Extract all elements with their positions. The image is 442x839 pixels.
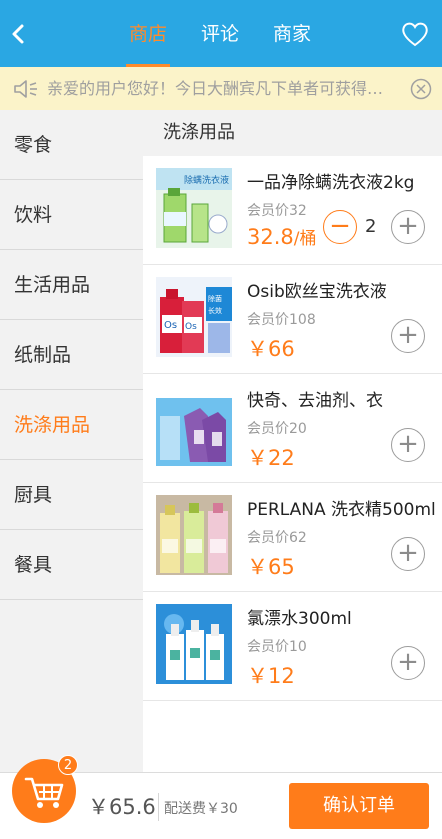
sidebar-item-paper[interactable]: 纸制品 — [0, 320, 143, 390]
product-item[interactable]: Os Os 除菌 长效 Osib欧丝宝洗衣液 会员价108 ￥66 + — [143, 265, 442, 374]
sidebar-item-daily-goods[interactable]: 生活用品 — [0, 250, 143, 320]
increase-quantity-button[interactable]: + — [391, 646, 425, 680]
close-circle-icon[interactable] — [410, 78, 432, 100]
product-image[interactable]: Os Os 除菌 长效 — [156, 277, 232, 357]
product-price: 32.8/桶 — [247, 224, 317, 249]
member-price: 会员价32 — [247, 203, 307, 219]
product-name: PERLANA 洗衣精500ml — [247, 500, 436, 520]
svg-text:长效: 长效 — [208, 306, 222, 315]
member-price: 会员价108 — [247, 312, 316, 328]
product-image[interactable] — [156, 495, 232, 575]
increase-quantity-button[interactable]: + — [391, 428, 425, 462]
product-price: ￥12 — [247, 664, 295, 688]
svg-text:除菌: 除菌 — [208, 294, 222, 303]
increase-quantity-button[interactable]: + — [391, 210, 425, 244]
product-item[interactable]: PERLANA 洗衣精500ml 会员价62 ￥65 + — [143, 483, 442, 592]
price-unit: /桶 — [293, 229, 317, 249]
product-image[interactable]: 除螨洗衣液 — [156, 168, 232, 248]
product-name: Osib欧丝宝洗衣液 — [247, 282, 387, 302]
product-item[interactable]: 氯漂水300ml 会员价10 ￥12 + — [143, 592, 442, 701]
heart-icon[interactable] — [400, 19, 430, 49]
price-value: 32.8 — [247, 225, 294, 249]
sidebar-item-detergents[interactable]: 洗涤用品 — [0, 390, 143, 460]
member-price: 会员价62 — [247, 530, 307, 546]
delivery-fee: 配送费￥30 — [164, 801, 238, 817]
tab-bar: 商店 评论 商家 — [112, 0, 328, 67]
notice-text: 亲爱的用户您好！今日大酬宾凡下单者可获得… — [47, 79, 384, 98]
product-image[interactable] — [156, 386, 232, 466]
product-image-label: 除螨洗衣液 — [184, 174, 229, 186]
product-name: 一品净除螨洗衣液2kg — [247, 173, 415, 193]
quantity-value: 2 — [365, 216, 377, 237]
tab-merchant[interactable]: 商家 — [256, 0, 328, 67]
product-name: 氯漂水300ml — [247, 609, 352, 629]
svg-text:Os: Os — [164, 320, 177, 331]
sidebar-item-snacks[interactable]: 零食 — [0, 110, 143, 180]
category-sidebar: 零食 饮料 生活用品 纸制品 洗涤用品 厨具 餐具 — [0, 110, 143, 772]
cart-count-badge: 2 — [58, 755, 78, 775]
product-price: ￥65 — [247, 555, 295, 579]
product-name: 快奇、去油剂、衣 — [247, 391, 383, 411]
svg-text:Os: Os — [185, 322, 197, 332]
app: 商店 评论 商家 亲爱的用户您好！今日大酬宾凡下单者可获得… 零食 饮料 生活用… — [0, 0, 442, 839]
top-bar: 商店 评论 商家 — [0, 0, 442, 67]
confirm-order-button[interactable]: 确认订单 — [289, 783, 429, 829]
order-total: ￥65.6 — [88, 795, 156, 819]
section-title: 洗涤用品 — [143, 110, 442, 156]
product-list: 洗涤用品 除螨洗衣液 一品净除螨洗衣液2kg 会员价32 32.8/桶 − 2 — [143, 110, 442, 772]
decrease-quantity-button[interactable]: − — [323, 210, 357, 244]
product-price: ￥66 — [247, 337, 295, 361]
notice-bar: 亲爱的用户您好！今日大酬宾凡下单者可获得… — [0, 67, 442, 110]
product-item[interactable]: 除螨洗衣液 一品净除螨洗衣液2kg 会员价32 32.8/桶 − 2 + — [143, 156, 442, 265]
checkout-bar: 2 ￥65.6 配送费￥30 确认订单 — [0, 755, 442, 839]
tab-store[interactable]: 商店 — [112, 0, 184, 67]
sidebar-item-kitchenware[interactable]: 厨具 — [0, 460, 143, 530]
increase-quantity-button[interactable]: + — [391, 537, 425, 571]
product-price: ￥22 — [247, 446, 295, 470]
member-price: 会员价20 — [247, 421, 307, 437]
divider — [158, 793, 159, 821]
member-price: 会员价10 — [247, 639, 307, 655]
sidebar-item-drinks[interactable]: 饮料 — [0, 180, 143, 250]
product-item[interactable]: 快奇、去油剂、衣 会员价20 ￥22 + — [143, 374, 442, 483]
tab-reviews[interactable]: 评论 — [184, 0, 256, 67]
back-arrow-icon[interactable] — [6, 18, 34, 50]
product-image[interactable] — [156, 604, 232, 684]
speaker-icon — [12, 78, 38, 100]
increase-quantity-button[interactable]: + — [391, 319, 425, 353]
sidebar-item-tableware[interactable]: 餐具 — [0, 530, 143, 600]
